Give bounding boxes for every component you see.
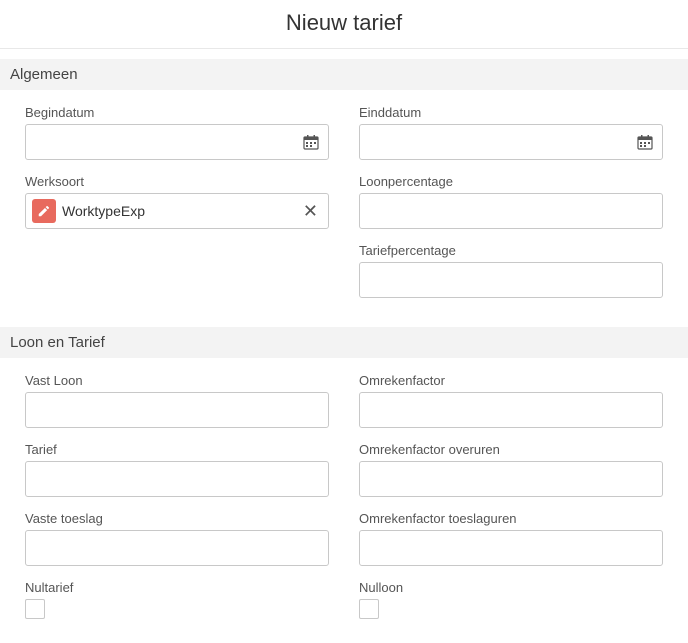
tarief-label: Tarief — [25, 442, 329, 457]
pencil-icon — [32, 199, 56, 223]
omrekenfactor-input[interactable] — [359, 392, 663, 428]
omrekenfactor-overuren-input[interactable] — [359, 461, 663, 497]
vaste-toeslag-input[interactable] — [25, 530, 329, 566]
tarief-input[interactable] — [25, 461, 329, 497]
nultarief-label: Nultarief — [25, 580, 329, 595]
vastloon-input[interactable] — [25, 392, 329, 428]
omrekenfactor-overuren-label: Omrekenfactor overuren — [359, 442, 663, 457]
einddatum-label: Einddatum — [359, 105, 663, 120]
tariefpercentage-input[interactable] — [359, 262, 663, 298]
clear-icon[interactable]: ✕ — [299, 202, 322, 220]
werksoort-input[interactable]: WorktypeExp ✕ — [25, 193, 329, 229]
tariefpercentage-label: Tariefpercentage — [359, 243, 663, 258]
nultarief-checkbox[interactable] — [25, 599, 45, 619]
vaste-toeslag-label: Vaste toeslag — [25, 511, 329, 526]
begindatum-input[interactable] — [25, 124, 329, 160]
werksoort-label: Werksoort — [25, 174, 329, 189]
omrekenfactor-toeslaguren-input[interactable] — [359, 530, 663, 566]
section-header-loon-tarief: Loon en Tarief — [0, 327, 688, 358]
loonpercentage-label: Loonpercentage — [359, 174, 663, 189]
section-header-algemeen: Algemeen — [0, 59, 688, 90]
werksoort-value: WorktypeExp — [62, 203, 293, 219]
page-title: Nieuw tarief — [0, 0, 688, 49]
omrekenfactor-toeslaguren-label: Omrekenfactor toeslaguren — [359, 511, 663, 526]
nulloon-checkbox[interactable] — [359, 599, 379, 619]
einddatum-input[interactable] — [359, 124, 663, 160]
loonpercentage-input[interactable] — [359, 193, 663, 229]
nulloon-label: Nulloon — [359, 580, 663, 595]
begindatum-label: Begindatum — [25, 105, 329, 120]
omrekenfactor-label: Omrekenfactor — [359, 373, 663, 388]
vastloon-label: Vast Loon — [25, 373, 329, 388]
